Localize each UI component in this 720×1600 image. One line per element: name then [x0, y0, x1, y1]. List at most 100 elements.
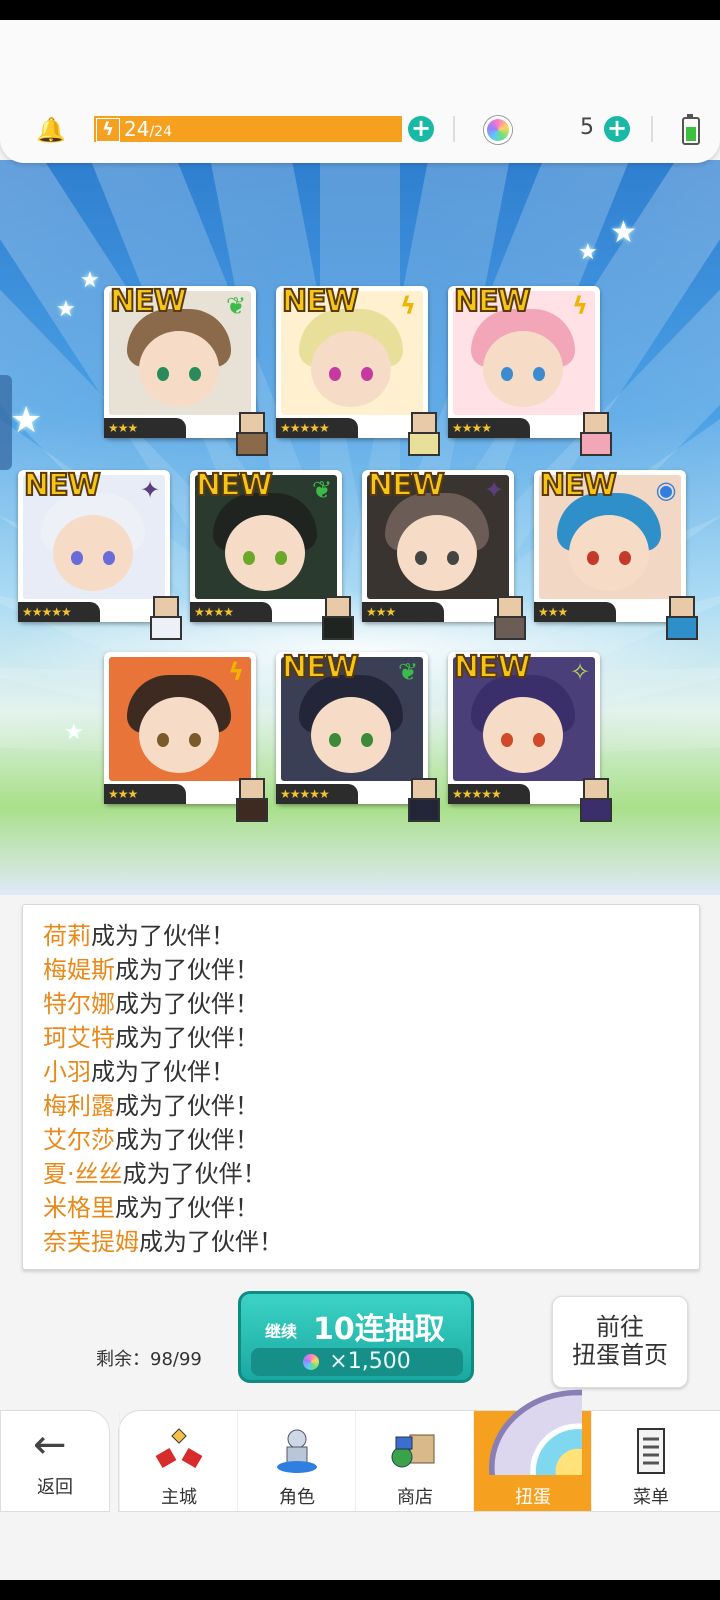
nav-bar: [0, 1580, 720, 1600]
bell-icon[interactable]: 🔔: [36, 116, 66, 144]
sparkle-icon: ★: [64, 720, 84, 745]
portrait-eye: [501, 733, 513, 747]
character-name: 夏·丝丝: [43, 1160, 123, 1188]
portrait-face: [311, 697, 391, 773]
bottom-nav: 主城 角色 商店 扭蛋 菜单: [118, 1389, 720, 1512]
portrait-eye: [157, 367, 169, 381]
portrait-eye: [361, 367, 373, 381]
portrait-face: [569, 515, 649, 591]
character-card[interactable]: ★★★★★ NEW ϟ: [276, 283, 440, 456]
new-badge: NEW: [281, 649, 360, 686]
log-suffix: 成为了伙伴！: [115, 956, 259, 984]
character-name: 小羽: [43, 1058, 91, 1086]
portrait-face: [397, 515, 477, 591]
gacha-stage: ★ ★ ★ ★ ★ ★ ★★★ NEW ❦ ★★★★★ NEW ϟ ★★★★ NEW ϟ ★★★★…: [0, 160, 720, 895]
portrait-eye: [533, 733, 545, 747]
result-log[interactable]: 荷莉成为了伙伴！ 梅媞斯成为了伙伴！ 特尔娜成为了伙伴！ 珂艾特成为了伙伴！ 小羽成为了…: [22, 904, 700, 1270]
character-card[interactable]: ★★★★★ NEW ✦: [18, 467, 182, 640]
character-name: 奈芙提姆: [43, 1228, 139, 1256]
pixel-sprite: [660, 596, 700, 640]
pixel-sprite: [402, 778, 442, 822]
log-entry: 艾尔莎成为了伙伴！: [43, 1123, 699, 1157]
sparkle-icon: ★: [10, 400, 43, 441]
rarity-stars: ★★★★★: [276, 418, 358, 438]
tab-gacha-label: 扭蛋: [515, 1487, 551, 1508]
tab-characters[interactable]: 角色: [237, 1411, 356, 1511]
sprite-head: [497, 596, 523, 618]
pixel-sprite: [574, 412, 614, 456]
sprite-body: [408, 432, 440, 456]
log-entry: 奈芙提姆成为了伙伴！: [43, 1225, 699, 1259]
portrait-face: [225, 515, 305, 591]
portrait-eye: [243, 551, 255, 565]
character-card[interactable]: ★★★ NEW ◉: [534, 467, 698, 640]
leaf-element-icon: ❦: [225, 292, 247, 320]
sparkle-icon: ★: [56, 297, 76, 322]
log-entry: 米格里成为了伙伴！: [43, 1191, 699, 1225]
pull-continue-label: 继续: [265, 1322, 298, 1341]
sprite-body: [236, 798, 268, 822]
sprite-head: [239, 412, 265, 434]
sprite-body: [666, 616, 698, 640]
lightning-element-icon: ϟ: [228, 658, 244, 686]
status-bar: [0, 0, 720, 20]
sprite-body: [580, 798, 612, 822]
character-card[interactable]: ★★★ ϟ: [104, 652, 268, 822]
character-card[interactable]: ★★★★★ NEW ❦: [276, 649, 440, 822]
portrait-eye: [103, 551, 115, 565]
portrait-eye: [329, 367, 341, 381]
sparkle-icon: ★: [578, 240, 598, 265]
arrow-left-icon: ←: [33, 1422, 67, 1468]
gacha-home-label-1: 前往: [596, 1313, 644, 1341]
tab-characters-label: 角色: [279, 1487, 315, 1508]
rarity-stars: ★★★★: [190, 602, 272, 622]
sprite-body: [494, 616, 526, 640]
gacha-result-screen: ★ ★ ★ ★ ★ ★ ★★★ NEW ❦ ★★★★★ NEW ϟ ★★★★ NEW ϟ ★★★★…: [0, 20, 720, 1580]
log-entry: 梅媞斯成为了伙伴！: [43, 953, 699, 987]
leaf-element-icon: ❦: [311, 476, 333, 504]
character-card[interactable]: ★★★★ NEW ❦: [190, 467, 354, 640]
back-button[interactable]: ← 返回: [0, 1410, 110, 1512]
sprite-head: [153, 596, 179, 618]
gem-icon: [303, 1354, 320, 1370]
sprite-head: [239, 778, 265, 800]
character-icon: [277, 1429, 317, 1473]
rarity-stars: ★★★: [104, 418, 186, 438]
tab-menu-label: 菜单: [633, 1487, 669, 1508]
rarity-stars: ★★★: [104, 784, 186, 804]
log-entry: 珂艾特成为了伙伴！: [43, 1021, 699, 1055]
pull-10-button[interactable]: 继续 10连抽取 ×1,500: [238, 1291, 474, 1383]
portrait-eye: [71, 551, 83, 565]
portrait-face: [139, 331, 219, 407]
gacha-home-button[interactable]: 前往 扭蛋首页: [552, 1296, 688, 1388]
castle-icon: [155, 1428, 203, 1469]
add-energy-button[interactable]: +: [408, 116, 434, 142]
tab-town[interactable]: 主城: [119, 1411, 238, 1511]
result-log-list: 荷莉成为了伙伴！ 梅媞斯成为了伙伴！ 特尔娜成为了伙伴！ 珂艾特成为了伙伴！ 小羽成为了…: [23, 905, 699, 1259]
leaf-element-icon: ❦: [397, 658, 419, 686]
tab-gacha[interactable]: 扭蛋: [473, 1389, 592, 1511]
portrait-eye: [361, 733, 373, 747]
log-suffix: 成为了伙伴！: [115, 1194, 259, 1222]
character-name: 艾尔莎: [43, 1126, 115, 1154]
new-badge: NEW: [109, 283, 188, 320]
log-suffix: 成为了伙伴！: [91, 922, 235, 950]
character-name: 珂艾特: [43, 1024, 115, 1052]
energy-value: 24: [124, 117, 150, 141]
light-element-icon: ✧: [569, 658, 591, 686]
portrait-face: [53, 515, 133, 591]
new-badge: NEW: [453, 649, 532, 686]
character-card[interactable]: ★★★★ NEW ϟ: [448, 283, 612, 456]
pixel-sprite: [402, 412, 442, 456]
rarity-stars: ★★★: [362, 602, 444, 622]
tab-shop[interactable]: 商店: [355, 1411, 474, 1511]
portrait-eye: [189, 367, 201, 381]
log-entry: 夏·丝丝成为了伙伴！: [43, 1157, 699, 1191]
tab-menu[interactable]: 菜单: [591, 1411, 710, 1511]
character-card[interactable]: ★★★★★ NEW ✧: [448, 649, 612, 822]
menu-list-icon: [637, 1428, 665, 1474]
add-gems-button[interactable]: +: [604, 116, 630, 142]
character-name: 梅媞斯: [43, 956, 115, 984]
character-card[interactable]: ★★★ NEW ✦: [362, 467, 526, 640]
character-card[interactable]: ★★★ NEW ❦: [104, 283, 268, 456]
